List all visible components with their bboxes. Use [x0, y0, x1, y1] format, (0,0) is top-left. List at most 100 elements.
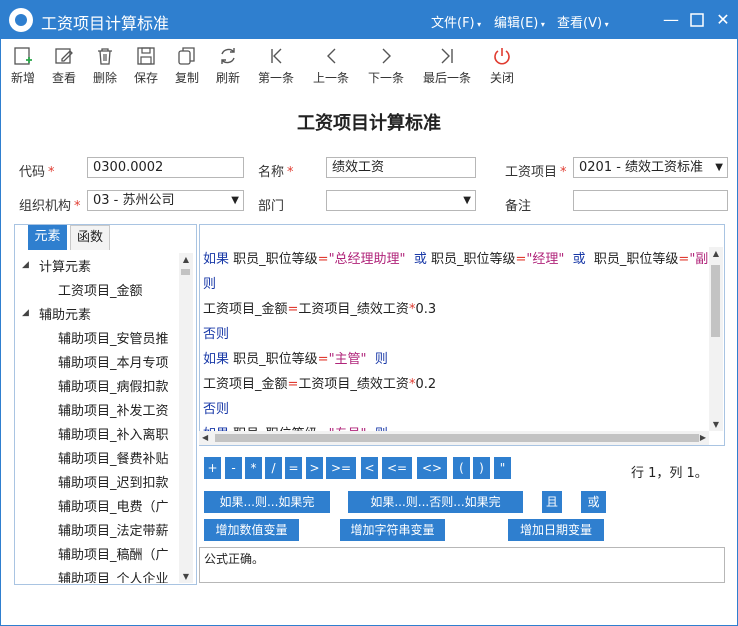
tree-item[interactable]: 工资项目_金额 [58, 280, 143, 299]
or-button[interactable]: 或 [581, 491, 606, 513]
tree-item[interactable]: 辅助项目_稿酬（广 [58, 544, 169, 563]
op-minus-button[interactable]: - [225, 457, 242, 479]
tree-item[interactable]: 辅助项目_餐费补贴 [58, 448, 169, 467]
maximize-icon[interactable] [686, 9, 708, 31]
refresh-button[interactable]: 刷新 [214, 45, 242, 86]
scroll-right-icon[interactable]: ▶ [700, 431, 706, 445]
tree-item[interactable]: 辅助项目_补发工资 [58, 400, 169, 419]
tree-item[interactable]: 辅助项目_病假扣款 [58, 376, 169, 395]
if-then-button[interactable]: 如果...则...如果完 [204, 491, 330, 513]
remark-input[interactable] [573, 190, 728, 211]
formula-line-7: 否则 [203, 402, 230, 417]
org-select[interactable]: 03 - 苏州公司 ▼ [87, 190, 244, 211]
op-not-equal-button[interactable]: <> [417, 457, 447, 479]
op-divide-button[interactable]: / [265, 457, 282, 479]
toolbar: 新增 查看 删除 保存 复制 刷新 第一条 上一条 下一条 最后一条 关闭 [1, 39, 737, 91]
tab-functions[interactable]: 函数 [70, 225, 110, 250]
tree-item[interactable]: 辅助项目_法定带薪 [58, 520, 169, 539]
remark-label: 备注 [505, 199, 532, 214]
scroll-down-icon[interactable]: ▼ [709, 420, 723, 429]
op-plus-button[interactable]: + [204, 457, 221, 479]
app-logo-icon [9, 8, 33, 32]
next-record-button[interactable]: 下一条 [366, 45, 406, 86]
scroll-up-icon[interactable]: ▲ [709, 249, 723, 258]
name-label: 名称 * [258, 165, 294, 180]
dept-select[interactable]: ▼ [326, 190, 476, 211]
menu-file[interactable]: 文件(F) ▾ [431, 12, 481, 31]
op-rparen-button[interactable]: ) [473, 457, 490, 479]
scroll-up-icon[interactable]: ▲ [179, 255, 193, 264]
first-record-icon [271, 48, 282, 64]
salary-item-label: 工资项目 * [505, 165, 567, 180]
refresh-icon [221, 48, 235, 64]
op-multiply-button[interactable]: * [245, 457, 262, 479]
copy-icon [178, 47, 195, 65]
tree-item[interactable]: 辅助项目_个人企业 [58, 568, 169, 583]
editor-hscrollbar[interactable]: ◀ ▶ [199, 431, 709, 445]
and-button[interactable]: 且 [542, 491, 562, 513]
menu-view[interactable]: 查看(V) ▾ [557, 12, 609, 31]
menu-edit[interactable]: 编辑(E) ▾ [494, 12, 545, 31]
dept-label: 部门 [258, 199, 285, 214]
formula-line-1: 如果 职员_职位等级="总经理助理" 或 职员_职位等级="经理" 或 职员_职… [203, 252, 722, 267]
window-title: 工资项目计算标准 [41, 14, 170, 33]
save-icon [137, 47, 155, 65]
tree-item[interactable]: 辅助项目_本月专项 [58, 352, 169, 371]
delete-button[interactable]: 删除 [91, 45, 119, 86]
scroll-thumb[interactable] [711, 265, 720, 337]
op-greater-button[interactable]: > [306, 457, 323, 479]
scroll-thumb[interactable] [215, 434, 699, 442]
op-lparen-button[interactable]: ( [453, 457, 470, 479]
copy-button[interactable]: 复制 [173, 45, 201, 86]
scroll-thumb[interactable] [181, 269, 190, 275]
expand-arrow-icon[interactable]: ◢ [22, 260, 29, 270]
org-label: 组织机构 * [19, 199, 81, 214]
add-number-var-button[interactable]: 增加数值变量 [204, 519, 299, 541]
name-input[interactable]: 绩效工资 [326, 157, 476, 178]
tab-elements[interactable]: 元素 [28, 225, 67, 250]
power-icon [494, 48, 510, 65]
op-equal-button[interactable]: = [285, 457, 302, 479]
op-greater-equal-button[interactable]: >= [326, 457, 356, 479]
formula-line-3: 工资项目_金额=工资项目_绩效工资*0.3 [203, 302, 437, 317]
title-bar: 工资项目计算标准 文件(F) ▾ 编辑(E) ▾ 查看(V) ▾ — ✕ [1, 1, 737, 39]
salary-item-select[interactable]: 0201 - 绩效工资标准 ▼ [573, 157, 728, 178]
scroll-left-icon[interactable]: ◀ [202, 431, 208, 445]
new-button[interactable]: 新增 [9, 45, 37, 86]
tree-group-aux[interactable]: 辅助元素 [39, 304, 91, 323]
op-quote-button[interactable]: " [494, 457, 511, 479]
tree-item[interactable]: 辅助项目_电费（广 [58, 496, 169, 515]
op-less-button[interactable]: < [361, 457, 378, 479]
add-date-var-button[interactable]: 增加日期变量 [508, 519, 604, 541]
view-button[interactable]: 查看 [50, 45, 78, 86]
prev-record-button[interactable]: 上一条 [311, 45, 351, 86]
tree-item[interactable]: 辅助项目_补入离职 [58, 424, 169, 443]
cursor-position: 行 1，列 1。 [631, 466, 708, 481]
tree-group-calc[interactable]: 计算元素 [39, 256, 91, 275]
new-doc-icon [14, 47, 32, 65]
status-message: 公式正确。 [199, 547, 725, 583]
minimize-icon[interactable]: — [660, 9, 682, 31]
scroll-down-icon[interactable]: ▼ [179, 572, 193, 581]
dropdown-arrow-icon: ▼ [715, 162, 723, 173]
expand-arrow-icon[interactable]: ◢ [22, 308, 29, 318]
formula-line-6: 工资项目_金额=工资项目_绩效工资*0.2 [203, 377, 437, 392]
tree-item[interactable]: 辅助项目_安管员推 [58, 328, 169, 347]
if-then-else-button[interactable]: 如果...则...否则...如果完 [348, 491, 523, 513]
op-less-equal-button[interactable]: <= [382, 457, 412, 479]
element-tree: ◢ 计算元素 工资项目_金额 ◢ 辅助元素 辅助项目_安管员推 辅助项目_本月专… [15, 252, 182, 583]
tree-item[interactable]: 辅助项目_迟到扣款 [58, 472, 169, 491]
formula-line-4: 否则 [203, 327, 230, 342]
formula-editor[interactable]: 如果 职员_职位等级="总经理助理" 或 职员_职位等级="经理" 或 职员_职… [199, 224, 725, 446]
last-record-button[interactable]: 最后一条 [420, 45, 474, 86]
close-window-icon[interactable]: ✕ [712, 9, 734, 31]
next-record-icon [382, 48, 391, 64]
first-record-button[interactable]: 第一条 [256, 45, 296, 86]
save-button[interactable]: 保存 [132, 45, 160, 86]
tree-scrollbar[interactable]: ▲ ▼ [179, 253, 193, 583]
code-input[interactable]: 0300.0002 [87, 157, 244, 178]
close-button[interactable]: 关闭 [488, 45, 516, 86]
editor-vscrollbar[interactable]: ▲ ▼ [709, 247, 723, 431]
code-label: 代码 * [19, 165, 55, 180]
add-string-var-button[interactable]: 增加字符串变量 [340, 519, 445, 541]
